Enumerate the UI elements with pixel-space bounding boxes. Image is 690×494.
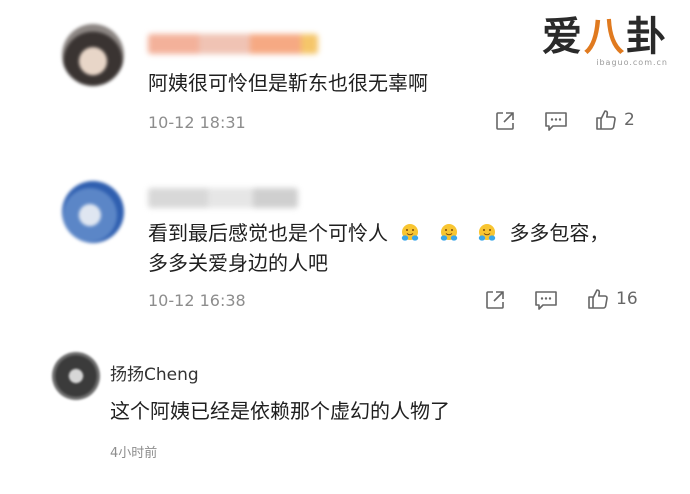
comment-time: 4小时前 xyxy=(110,446,158,461)
watermark-logo: 爱八卦 xyxy=(542,13,668,60)
share-icon xyxy=(486,291,504,309)
hug-emoji-icon xyxy=(440,224,457,241)
like-button[interactable]: 16 xyxy=(586,287,638,311)
like-count: 16 xyxy=(616,289,638,309)
like-icon xyxy=(588,289,608,309)
comment-text-part: 多多关爱身边的人吧 xyxy=(148,251,328,275)
comment-text: 阿姨很可怜但是靳东也很无辜啊 xyxy=(148,71,428,95)
avatar[interactable] xyxy=(52,352,100,400)
like-icon xyxy=(596,110,616,130)
like-button[interactable]: 2 xyxy=(594,108,635,132)
comment-time: 10-12 18:31 xyxy=(148,113,246,132)
reply-button[interactable] xyxy=(544,110,568,132)
reply-button[interactable] xyxy=(534,289,558,311)
comment-time: 10-12 16:38 xyxy=(148,291,246,310)
avatar[interactable] xyxy=(62,24,124,86)
username[interactable]: 扬扬Cheng xyxy=(110,360,199,385)
like-count: 2 xyxy=(624,110,635,130)
share-button[interactable] xyxy=(494,110,516,132)
comment-icon xyxy=(545,112,567,131)
share-button[interactable] xyxy=(484,289,506,311)
avatar[interactable] xyxy=(62,181,124,243)
share-icon xyxy=(496,112,514,130)
hug-emoji-icon xyxy=(478,224,496,241)
comment-text: 这个阿姨已经是依赖那个虚幻的人物了 xyxy=(110,399,450,423)
comment-icon xyxy=(535,291,557,310)
comment-text-part: 看到最后感觉也是个可怜人 xyxy=(148,221,388,245)
comment-text-part: 多多包容， xyxy=(509,221,610,245)
blurred-username[interactable] xyxy=(148,34,318,54)
comment-text: 看到最后感觉也是个可怜人 多多包容， 多多关爱身边的人吧 xyxy=(148,218,648,278)
watermark: 爱八卦 ibaguo.com.cn xyxy=(518,13,668,68)
blurred-username[interactable] xyxy=(148,188,298,208)
hug-emoji-icon xyxy=(402,224,419,241)
